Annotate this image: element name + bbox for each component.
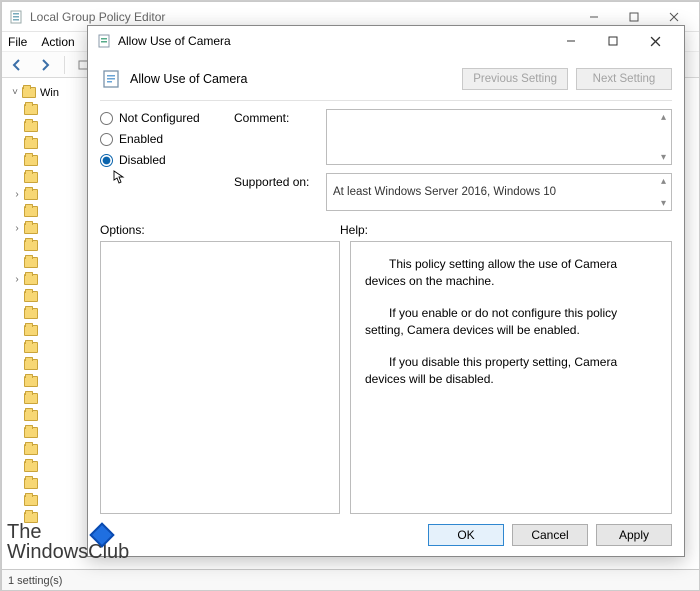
tree-expand-icon[interactable]: › xyxy=(12,189,22,200)
radio-enabled-label: Enabled xyxy=(119,132,163,146)
folder-icon xyxy=(24,257,38,268)
radio-disabled-input[interactable] xyxy=(100,154,113,167)
apply-button[interactable]: Apply xyxy=(596,524,672,546)
comment-textarea[interactable]: ▴ ▾ xyxy=(326,109,672,165)
radio-disabled-label: Disabled xyxy=(119,153,166,167)
radio-enabled[interactable]: Enabled xyxy=(100,132,224,146)
cursor-icon xyxy=(112,170,126,184)
supported-scrollbar[interactable]: ▴ ▾ xyxy=(656,174,671,210)
folder-icon xyxy=(24,104,38,115)
radio-disabled[interactable]: Disabled xyxy=(100,153,224,167)
previous-setting-button[interactable]: Previous Setting xyxy=(462,68,568,90)
policy-header-icon xyxy=(100,68,122,90)
tree-root-label[interactable]: Win xyxy=(40,87,59,99)
cancel-button[interactable]: Cancel xyxy=(512,524,588,546)
folder-icon xyxy=(24,172,38,183)
folder-icon xyxy=(24,359,38,370)
forward-button[interactable] xyxy=(34,54,56,76)
folder-icon xyxy=(24,291,38,302)
dialog-close-button[interactable] xyxy=(634,27,676,55)
folder-icon xyxy=(24,512,38,523)
folder-icon xyxy=(24,410,38,421)
screenshot-root: Local Group Policy Editor File Action V … xyxy=(0,0,700,591)
help-label: Help: xyxy=(340,223,368,237)
radio-not-configured-label: Not Configured xyxy=(119,111,200,125)
next-setting-button[interactable]: Next Setting xyxy=(576,68,672,90)
folder-icon xyxy=(24,342,38,353)
gpedit-title: Local Group Policy Editor xyxy=(30,10,574,24)
radio-enabled-input[interactable] xyxy=(100,133,113,146)
state-radio-group: Not Configured Enabled Disabled xyxy=(100,109,224,211)
folder-icon xyxy=(24,461,38,472)
folder-icon xyxy=(24,325,38,336)
policy-dialog: Allow Use of Camera Allow Use of Camera … xyxy=(87,25,685,557)
statusbar: 1 setting(s) xyxy=(2,569,700,591)
folder-icon xyxy=(24,274,38,285)
menu-action[interactable]: Action xyxy=(41,35,74,49)
policy-header-title: Allow Use of Camera xyxy=(130,72,247,86)
options-panel[interactable] xyxy=(100,241,340,514)
help-panel[interactable]: This policy setting allow the use of Cam… xyxy=(350,241,672,514)
scroll-down-icon[interactable]: ▾ xyxy=(656,150,671,164)
help-paragraph: If you disable this property setting, Ca… xyxy=(365,354,657,389)
dialog-footer: OK Cancel Apply xyxy=(100,514,672,546)
divider xyxy=(100,100,672,101)
folder-icon xyxy=(24,138,38,149)
dialog-titlebar[interactable]: Allow Use of Camera xyxy=(88,26,684,56)
help-paragraph: This policy setting allow the use of Cam… xyxy=(365,256,657,291)
dialog-minimize-button[interactable] xyxy=(550,27,592,55)
radio-not-configured-input[interactable] xyxy=(100,112,113,125)
tree-expand-icon[interactable]: › xyxy=(12,223,22,234)
scroll-up-icon[interactable]: ▴ xyxy=(656,110,671,124)
folder-icon xyxy=(24,121,38,132)
folder-icon xyxy=(24,393,38,404)
folder-icon xyxy=(24,495,38,506)
folder-icon xyxy=(24,478,38,489)
folder-icon xyxy=(24,308,38,319)
toolbar-separator xyxy=(64,56,65,74)
back-button[interactable] xyxy=(6,54,28,76)
supported-on-value: At least Windows Server 2016, Windows 10 xyxy=(333,186,556,198)
comment-label: Comment: xyxy=(234,109,318,125)
dialog-maximize-button[interactable] xyxy=(592,27,634,55)
folder-icon xyxy=(22,87,36,98)
folder-icon xyxy=(24,189,38,200)
tree-expand-icon[interactable]: ˅ xyxy=(10,87,20,98)
dialog-title: Allow Use of Camera xyxy=(118,34,550,48)
supported-label: Supported on: xyxy=(234,173,318,189)
status-text: 1 setting(s) xyxy=(8,575,62,587)
folder-icon xyxy=(24,155,38,166)
folder-icon xyxy=(24,240,38,251)
policy-icon xyxy=(96,33,112,49)
options-label: Options: xyxy=(100,223,340,237)
comment-scrollbar[interactable]: ▴ ▾ xyxy=(656,110,671,164)
supported-on-box: At least Windows Server 2016, Windows 10… xyxy=(326,173,672,211)
folder-icon xyxy=(24,427,38,438)
ok-button[interactable]: OK xyxy=(428,524,504,546)
help-paragraph: If you enable or do not configure this p… xyxy=(365,305,657,340)
menu-file[interactable]: File xyxy=(8,35,27,49)
folder-icon xyxy=(24,223,38,234)
folder-icon xyxy=(24,376,38,387)
folder-icon xyxy=(24,206,38,217)
scroll-up-icon[interactable]: ▴ xyxy=(656,174,671,188)
folder-icon xyxy=(24,444,38,455)
scroll-down-icon[interactable]: ▾ xyxy=(656,196,671,210)
radio-not-configured[interactable]: Not Configured xyxy=(100,111,224,125)
gpedit-app-icon xyxy=(8,9,24,25)
tree-expand-icon[interactable]: › xyxy=(12,274,22,285)
